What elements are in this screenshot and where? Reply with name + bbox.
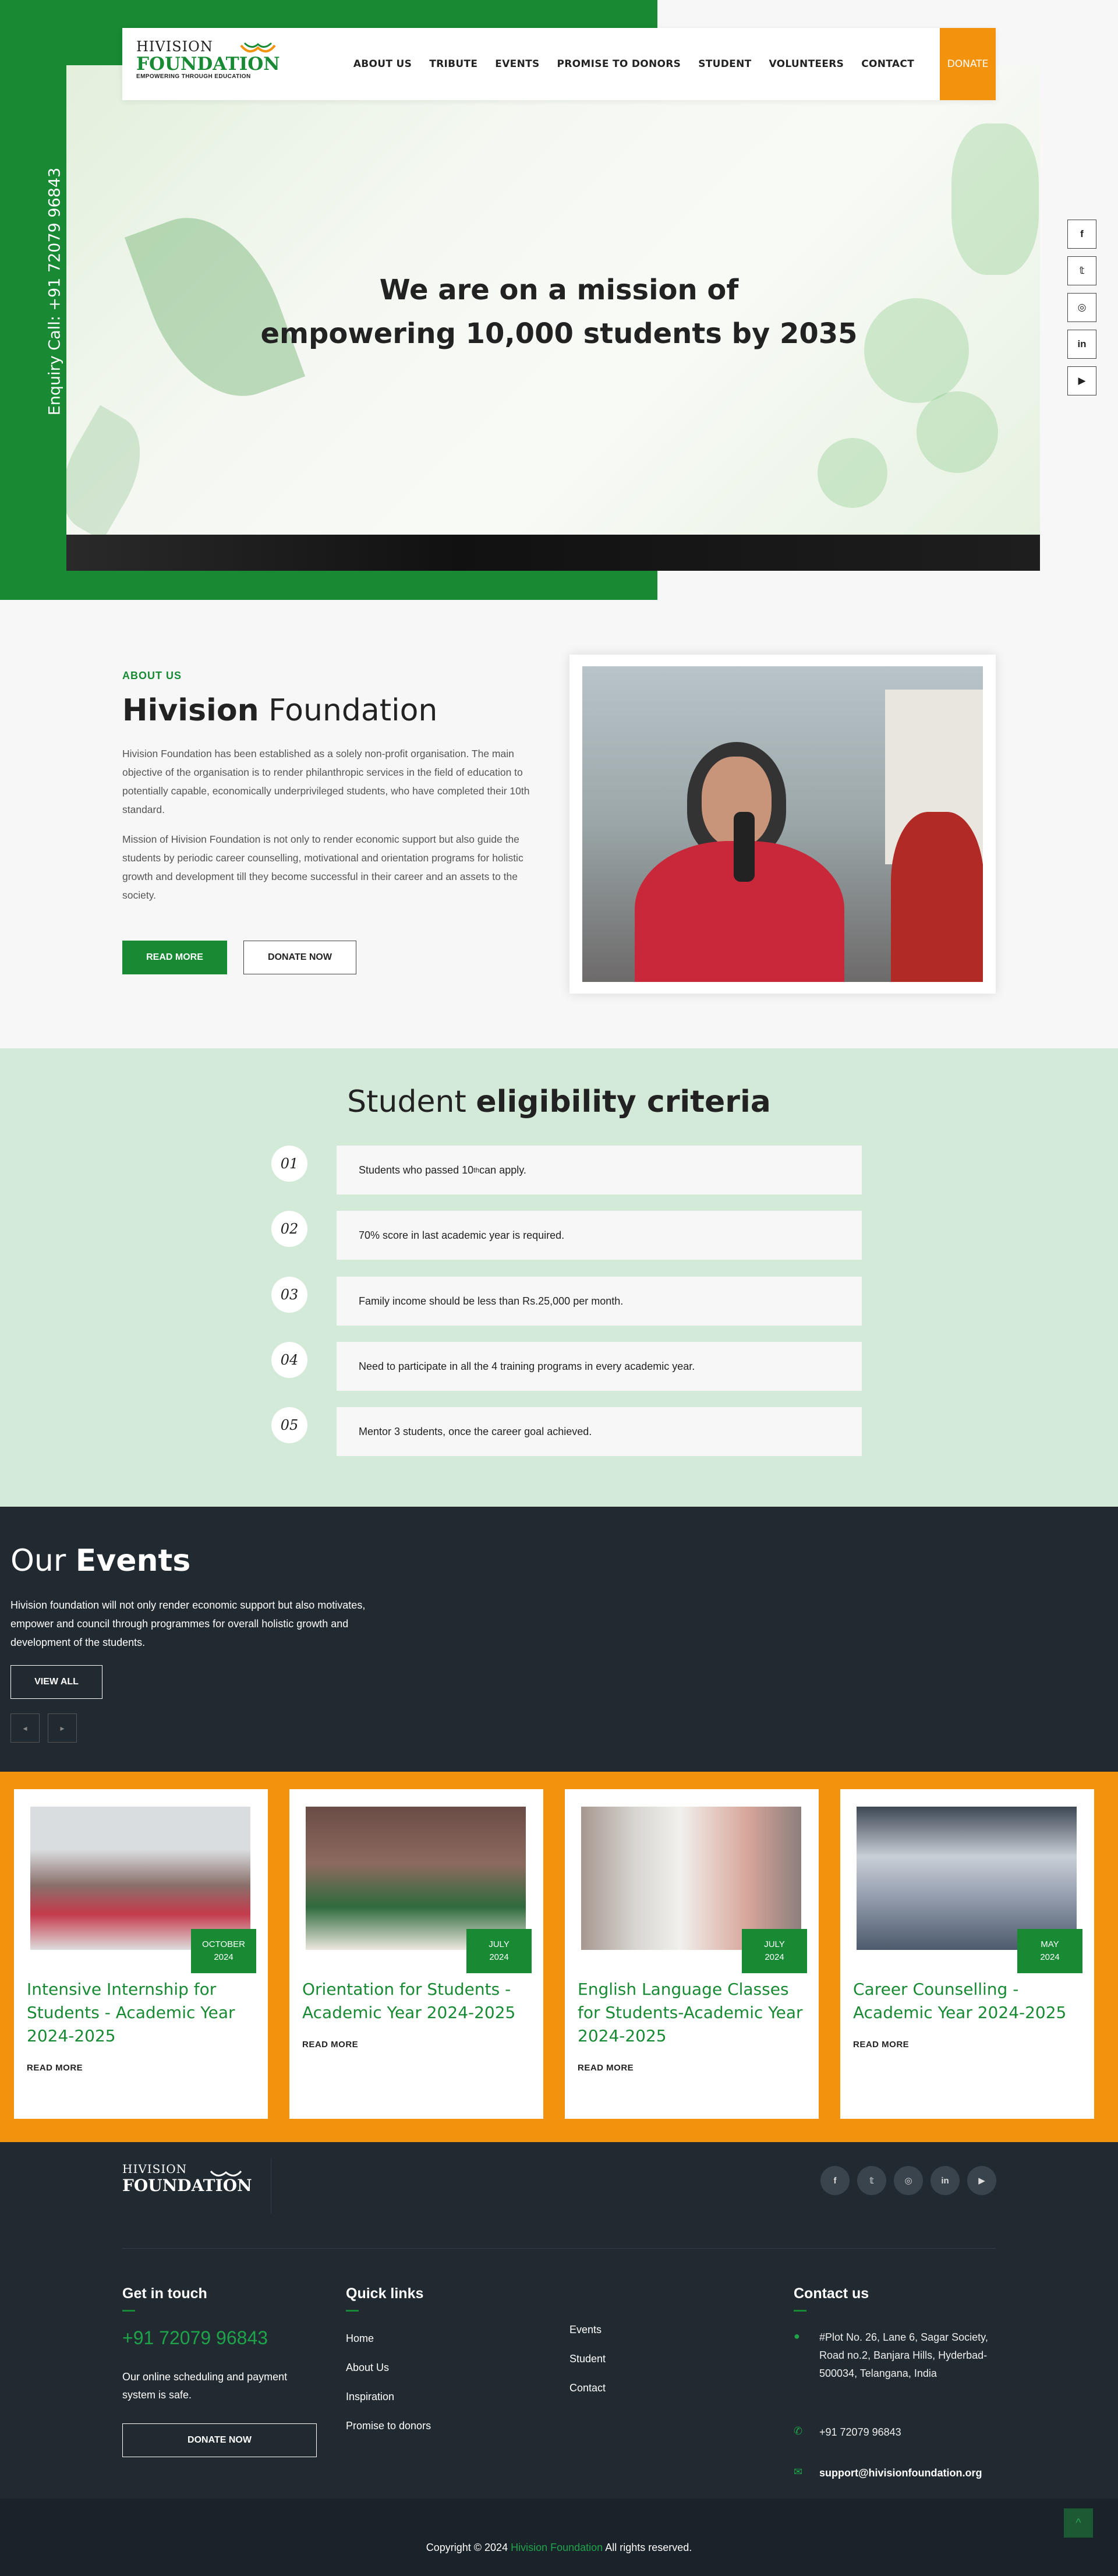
copyright-bar [0, 2499, 1118, 2576]
footer-link-promise-to-donors[interactable]: Promise to donors [346, 2420, 431, 2432]
footer-donate-now-button[interactable]: DONATE NOW [122, 2423, 317, 2457]
speaker-photo [582, 666, 983, 982]
footer-divider [122, 2248, 996, 2249]
event-title[interactable]: English Language Classes for Students-Ac… [578, 1978, 806, 2048]
heading-underline [346, 2310, 359, 2312]
footer-link-about-us[interactable]: About Us [346, 2362, 389, 2374]
footer-phone[interactable]: +91 72079 96843 [819, 2423, 901, 2441]
criteria-item: 70% score in last academic year is requi… [337, 1211, 862, 1260]
about-donate-now-button[interactable]: DONATE NOW [243, 941, 356, 974]
about-image-frame [569, 655, 996, 994]
event-date-badge: JULY 2024 [742, 1929, 807, 1973]
criteria-number: 03 [271, 1277, 307, 1313]
footer-facebook-icon[interactable]: f [820, 2166, 850, 2195]
view-all-events-button[interactable]: VIEW ALL [10, 1665, 102, 1699]
event-title[interactable]: Intensive Internship for Students - Acad… [27, 1978, 255, 2048]
eligibility-section: Student eligibility criteria 01 Students… [0, 1048, 1118, 1507]
site-logo[interactable]: HIVISION FOUNDATION EMPOWERING THROUGH E… [136, 38, 280, 91]
page: We are on a mission of empowering 10,000… [0, 0, 1118, 2576]
events-next-arrow-icon[interactable]: ▸ [48, 1713, 77, 1743]
header-donate-button[interactable]: DONATE [940, 28, 996, 100]
site-header: HIVISION FOUNDATION EMPOWERING THROUGH E… [122, 28, 996, 100]
hero-title-line2: empowering 10,000 students by 2035 [260, 317, 858, 350]
event-read-more-link[interactable]: READ MORE [302, 2040, 358, 2050]
footer-instagram-icon[interactable]: ◎ [894, 2166, 923, 2195]
footer-link-events[interactable]: Events [569, 2324, 602, 2336]
criteria-item: Need to participate in all the 4 trainin… [337, 1342, 862, 1391]
criteria-number: 04 [271, 1342, 307, 1378]
heading-underline [122, 2310, 135, 2312]
contact-us-heading: Contact us [794, 2285, 869, 2302]
criteria-number: 02 [271, 1211, 307, 1247]
footer-linkedin-icon[interactable]: in [931, 2166, 960, 2195]
eligibility-title: Student eligibility criteria [347, 1084, 771, 1119]
logo-main-text: FOUNDATION [136, 54, 280, 75]
criteria-item: Family income should be less than Rs.25,… [337, 1277, 862, 1326]
footer-phone-big[interactable]: +91 72079 96843 [122, 2327, 268, 2349]
about-title: Hivision Foundation [122, 693, 438, 728]
footer-hands-logo-icon [210, 2170, 242, 2176]
nav-contact[interactable]: CONTACT [861, 58, 914, 70]
scroll-to-top-button[interactable]: ^ [1064, 2508, 1093, 2538]
event-read-more-link[interactable]: READ MORE [27, 2063, 83, 2073]
main-nav: ABOUT US TRIBUTE EVENTS PROMISE TO DONOR… [353, 28, 914, 100]
events-prev-arrow-icon[interactable]: ◂ [10, 1713, 40, 1743]
enquiry-call-link[interactable]: Enquiry Call: +91 72079 96843 [37, 167, 72, 415]
nav-events[interactable]: EVENTS [495, 58, 539, 70]
hero-title-line1: We are on a mission of [379, 274, 739, 306]
twitter-icon[interactable]: 𝕥 [1067, 256, 1096, 285]
nav-about-us[interactable]: ABOUT US [353, 58, 412, 70]
hero-photo-strip [66, 535, 1040, 571]
copyright-brand-link[interactable]: Hivision Foundation [511, 2542, 603, 2553]
footer-youtube-icon[interactable]: ▶ [967, 2166, 996, 2195]
heading-underline [794, 2310, 806, 2312]
location-pin-icon: ● [794, 2330, 800, 2342]
about-kicker: ABOUT US [122, 670, 182, 681]
nav-tribute[interactable]: TRIBUTE [429, 58, 477, 70]
event-date-badge: JULY 2024 [466, 1929, 532, 1973]
mail-icon: ✉ [794, 2466, 803, 2478]
footer-schedule-text: Our online scheduling and payment system… [122, 2371, 288, 2401]
nav-student[interactable]: STUDENT [698, 58, 751, 70]
footer-address: #Plot No. 26, Lane 6, Sagar Society, Roa… [819, 2331, 988, 2379]
phone-icon: ✆ [794, 2425, 803, 2437]
footer-link-student[interactable]: Student [569, 2353, 606, 2365]
event-card[interactable]: OCTOBER 2024 Intensive Internship for Stu… [14, 1789, 268, 2119]
footer-link-home[interactable]: Home [346, 2333, 374, 2345]
nav-volunteers[interactable]: VOLUNTEERS [769, 58, 844, 70]
event-card[interactable]: JULY 2024 Orientation for Students - Acad… [289, 1789, 543, 2119]
about-paragraph-1: Hivision Foundation has been established… [122, 748, 530, 815]
criteria-number: 01 [271, 1146, 307, 1182]
instagram-icon[interactable]: ◎ [1067, 293, 1096, 322]
event-card[interactable]: JULY 2024 English Language Classes for St… [565, 1789, 819, 2119]
quick-links-heading: Quick links [346, 2285, 424, 2302]
criteria-item: Students who passed 10th can apply. [337, 1146, 862, 1195]
event-title[interactable]: Orientation for Students - Academic Year… [302, 1978, 530, 2024]
copyright-text: Copyright © 2024 Hivision Foundation All… [426, 2542, 692, 2553]
linkedin-icon[interactable]: in [1067, 330, 1096, 359]
about-paragraph-2: Mission of Hivision Foundation is not on… [122, 833, 523, 901]
facebook-icon[interactable]: f [1067, 220, 1096, 249]
event-title[interactable]: Career Counselling - Academic Year 2024-… [853, 1978, 1081, 2024]
get-in-touch-heading: Get in touch [122, 2285, 207, 2302]
footer-link-inspiration[interactable]: Inspiration [346, 2391, 394, 2403]
about-read-more-button[interactable]: READ MORE [122, 941, 227, 974]
events-description: Hivision foundation will not only render… [10, 1599, 366, 1648]
criteria-item: Mentor 3 students, once the career goal … [337, 1407, 862, 1456]
footer-link-contact[interactable]: Contact [569, 2382, 606, 2394]
events-title: Our Events [10, 1543, 191, 1578]
nav-promise-to-donors[interactable]: PROMISE TO DONORS [557, 58, 681, 70]
criteria-number: 05 [271, 1407, 307, 1443]
event-read-more-link[interactable]: READ MORE [853, 2040, 909, 2050]
event-read-more-link[interactable]: READ MORE [578, 2063, 634, 2073]
youtube-icon[interactable]: ▶ [1067, 366, 1096, 395]
hands-logo-icon [240, 42, 276, 52]
footer-logo[interactable]: HIVISION FOUNDATION [122, 2162, 268, 2214]
footer-twitter-icon[interactable]: 𝕥 [857, 2166, 886, 2195]
event-card[interactable]: MAY 2024 Career Counselling - Academic Ye… [840, 1789, 1094, 2119]
event-date-badge: OCTOBER 2024 [191, 1929, 256, 1973]
event-date-badge: MAY 2024 [1017, 1929, 1082, 1973]
footer-email[interactable]: support@hivisionfoundation.org [819, 2464, 982, 2482]
